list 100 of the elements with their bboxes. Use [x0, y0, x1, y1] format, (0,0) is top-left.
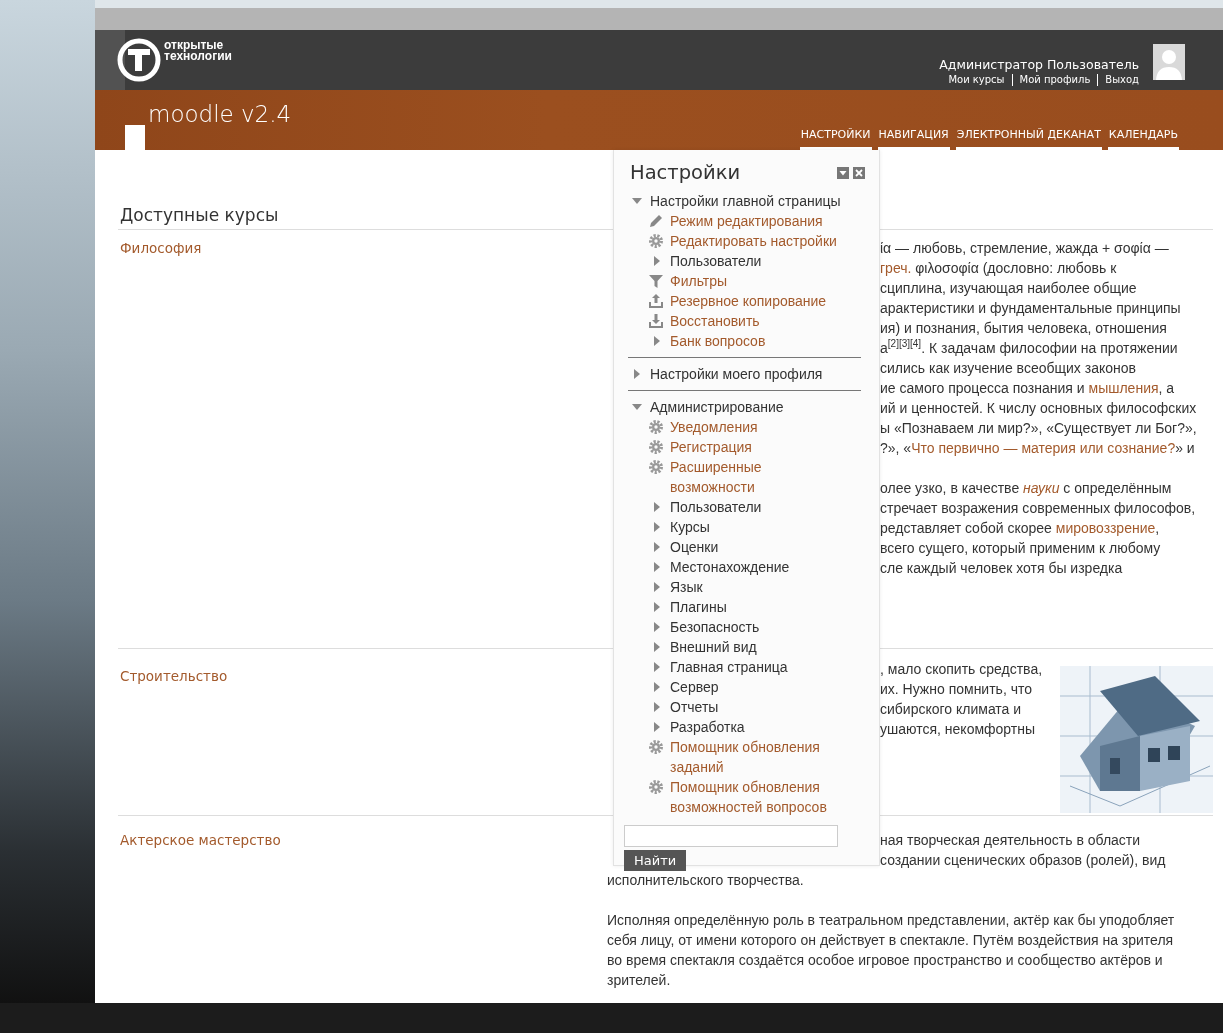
user-name: Администратор Пользователь — [939, 57, 1139, 72]
nav-link[interactable]: КАЛЕНДАРЬ — [1107, 128, 1179, 150]
text-link[interactable]: мышления — [1088, 380, 1159, 396]
tree-item[interactable]: Регистрация — [670, 437, 752, 457]
description-line: зрителей. — [607, 971, 671, 990]
nav-link[interactable]: ЭЛЕКТРОННЫЙ ДЕКАНАТ — [955, 128, 1102, 150]
caret-icon[interactable] — [652, 256, 662, 266]
gear-icon — [648, 439, 664, 455]
text-link[interactable]: мировоззрение — [1055, 520, 1156, 536]
description-line: исполнительского творчества. — [607, 871, 804, 890]
caret-icon[interactable] — [652, 502, 662, 512]
tree-item[interactable]: Банк вопросов — [670, 331, 766, 351]
nav-link[interactable]: НАВИГАЦИЯ — [877, 128, 950, 150]
course-link[interactable]: Строительство — [118, 666, 607, 686]
caret-icon[interactable] — [652, 562, 662, 572]
caret-icon[interactable] — [652, 522, 662, 532]
description-line: ушаются, некомфортны — [880, 720, 1036, 739]
gear-icon — [648, 779, 664, 795]
text-link[interactable]: греч. — [880, 260, 912, 276]
course-link[interactable]: Актерское мастерство — [118, 830, 607, 850]
caret-icon[interactable] — [652, 662, 662, 672]
tree-item[interactable]: Безопасность — [670, 617, 760, 637]
tree-item[interactable]: Восстановить — [670, 311, 760, 331]
description-line: сле каждый человек хотя бы изредка — [880, 559, 1123, 578]
header-band — [95, 30, 125, 90]
accent-block — [125, 125, 145, 150]
description-line: ие самого процесса познания и мышления, а — [880, 379, 1175, 398]
close-icon[interactable] — [853, 166, 865, 179]
collapse-icon[interactable] — [837, 166, 849, 179]
description-line: создании сценических образов (ролей), вид — [880, 851, 1166, 870]
download-icon — [648, 313, 664, 329]
caret-icon[interactable] — [652, 582, 662, 592]
tree-item[interactable]: Язык — [670, 577, 703, 597]
description-line: ы «Познаваем ли мир?», «Существует ли Бог?», — [880, 419, 1197, 438]
brand-name: открытые — [164, 40, 225, 51]
filter-icon — [648, 273, 664, 289]
description-line: греч. φιλοσοφία (дословно: любовь к — [880, 259, 1117, 278]
caret-icon[interactable] — [652, 642, 662, 652]
caret-icon[interactable] — [652, 682, 662, 692]
tree-item[interactable]: Помощник обновления возможностей вопросов — [670, 777, 850, 817]
caret-icon[interactable] — [652, 722, 662, 732]
description-line: всего сущего, который применим к любому — [880, 539, 1161, 558]
tree-item[interactable]: Расширенные возможности — [670, 457, 850, 497]
tree-item[interactable]: Уведомления — [670, 417, 758, 437]
tree-item[interactable]: Пользователи — [670, 251, 762, 271]
description-line: во время спектакля создаётся особое игровое пространство и сообщество актёров и — [607, 951, 1163, 970]
tree-item[interactable]: Редактировать настройки — [670, 231, 837, 251]
caret-icon[interactable] — [632, 196, 642, 206]
gear-icon — [648, 233, 664, 249]
text-link[interactable]: науки — [1023, 480, 1060, 496]
tree-item[interactable]: Помощник обновления заданий — [670, 737, 850, 777]
text-link[interactable]: Что первично — материя или сознание? — [911, 440, 1176, 456]
description-line: себя лицу, от имени которого он действует в спектакле. Путём воздействия на зрителя — [607, 931, 1174, 950]
tree-item[interactable]: Режим редактирования — [670, 211, 823, 231]
description-line: арактеристики и фундаментальные принципы — [880, 299, 1181, 318]
description-line: ия) и познания, бытия человека, отношения — [880, 319, 1167, 338]
tree-item[interactable]: Отчеты — [670, 697, 719, 717]
description-line: сились как изучение всеобщих законов — [880, 359, 1136, 378]
tree-item[interactable]: Плагины — [670, 597, 727, 617]
tree-item[interactable]: Местонахождение — [670, 557, 790, 577]
description-line: сциплина, изучающая наиболее общие — [880, 279, 1137, 298]
gear-icon — [648, 459, 664, 475]
description-line: ная творческая деятельность в области — [880, 831, 1141, 850]
user-link[interactable]: Мой профиль — [1011, 74, 1098, 86]
caret-icon[interactable] — [632, 369, 642, 379]
gear-icon — [648, 739, 664, 755]
description-line: ий и ценностей. К числу основных философских — [880, 399, 1197, 418]
tree-item[interactable]: Пользователи — [670, 497, 762, 517]
tree-item[interactable]: Резервное копирование — [670, 291, 827, 311]
tree-item[interactable]: Настройки моего профиля — [650, 364, 823, 384]
tree-item[interactable]: Сервер — [670, 677, 719, 697]
block-title: Настройки — [630, 161, 741, 184]
description-line: сибирского климата и — [880, 700, 1022, 719]
caret-icon[interactable] — [632, 402, 642, 412]
description-line: ?», «Что первично — материя или сознание?» и — [880, 439, 1195, 458]
caret-icon[interactable] — [652, 702, 662, 712]
brand-name: технологии — [164, 51, 232, 62]
caret-icon[interactable] — [652, 622, 662, 632]
tree-item[interactable]: Внешний вид — [670, 637, 757, 657]
description-line: их. Нужно помнить, что — [880, 680, 1032, 699]
user-link[interactable]: Мои курсы — [941, 74, 1012, 86]
caret-icon[interactable] — [652, 336, 662, 346]
upload-icon — [648, 293, 664, 309]
description-line: Исполняя определённую роль в театральном представлении, актёр как бы уподобляет — [607, 911, 1175, 930]
tree-item[interactable]: Оценки — [670, 537, 719, 557]
description-line: редставляет собой скорее мировоззрение, — [880, 519, 1160, 538]
search-field[interactable] — [624, 825, 838, 847]
tree-item[interactable]: Администрирование — [650, 397, 784, 417]
caret-icon[interactable] — [652, 542, 662, 552]
search-button[interactable]: Найти — [624, 850, 687, 871]
tree-item[interactable]: Разработка — [670, 717, 745, 737]
tree-item[interactable]: Фильтры — [670, 271, 728, 291]
user-link[interactable]: Выход — [1097, 74, 1139, 86]
tree-item[interactable]: Курсы — [670, 517, 710, 537]
tree-item[interactable]: Главная страница — [670, 657, 788, 677]
description-line: стречает возражения современных философов, — [880, 499, 1196, 518]
site-title[interactable]: moodle v2.4 — [148, 101, 292, 127]
caret-icon[interactable] — [652, 602, 662, 612]
course-link[interactable]: Философия — [118, 238, 607, 258]
description-line: ία — любовь, стремление, жажда + σοφία — — [880, 239, 1169, 258]
